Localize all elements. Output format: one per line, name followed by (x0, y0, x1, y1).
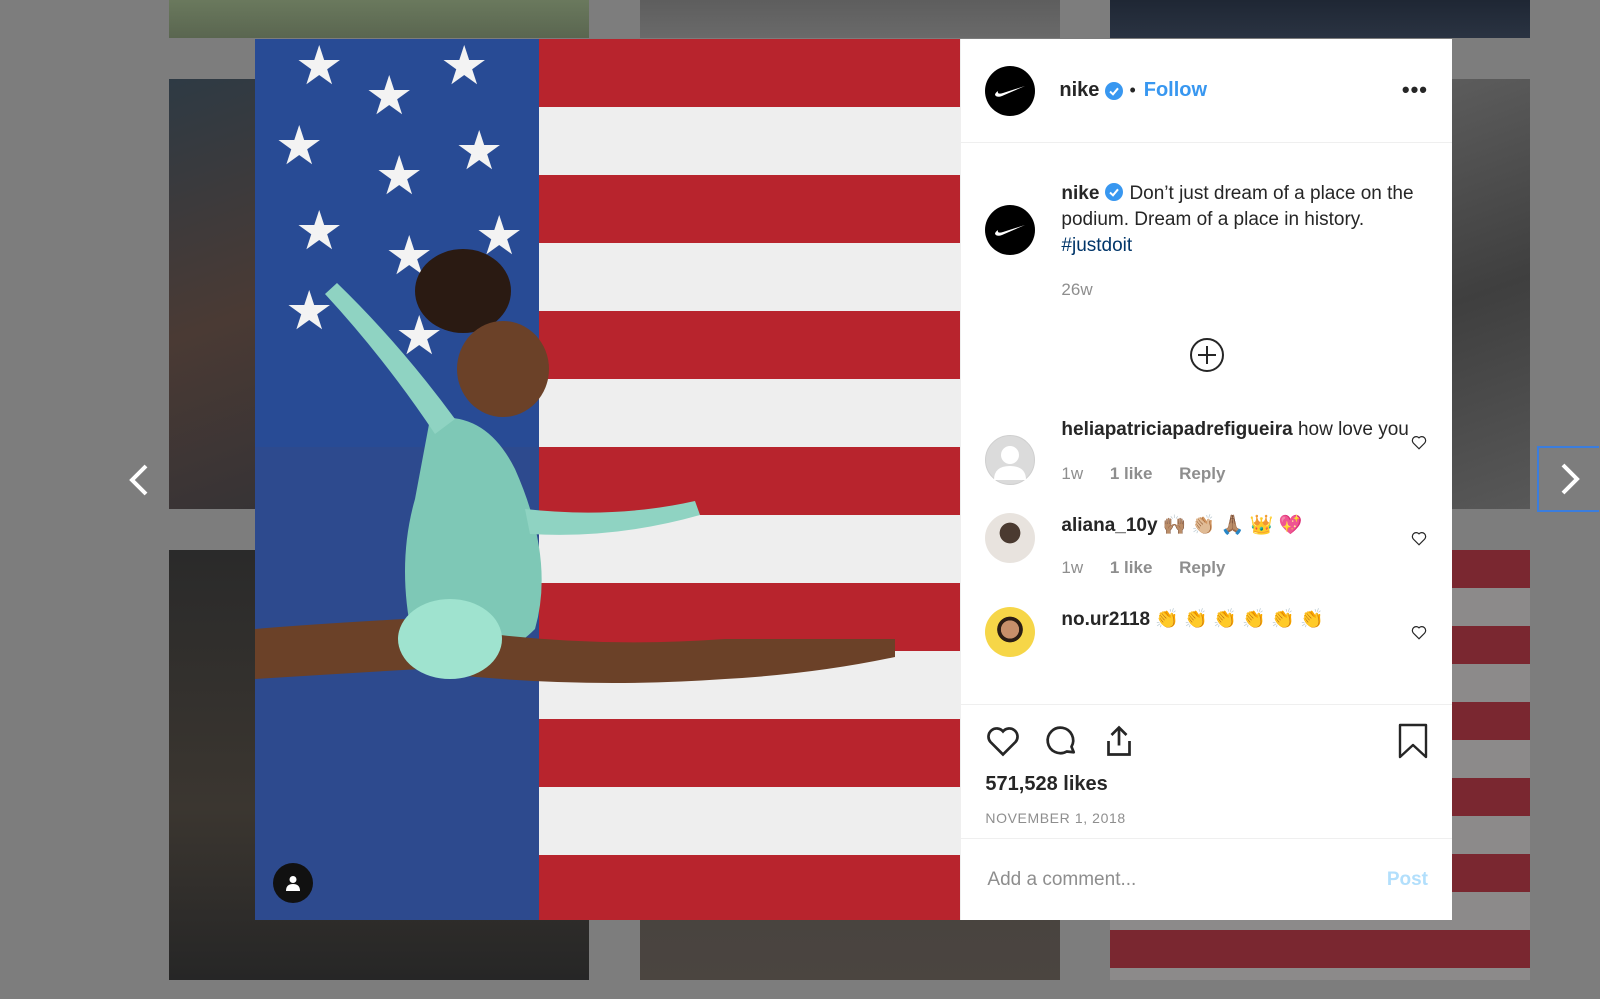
grid-tile[interactable] (640, 0, 1060, 38)
default-avatar-icon (994, 446, 1027, 480)
post-comment-button[interactable]: Post (1387, 869, 1428, 891)
comment-text: 🙌🏽 👏🏼 🙏🏽 👑 💖 (1162, 515, 1303, 536)
follow-button[interactable]: Follow (1144, 79, 1207, 102)
comment-bubble-icon[interactable] (1043, 723, 1079, 759)
avatar[interactable] (985, 607, 1036, 657)
verified-badge-icon (1105, 81, 1124, 100)
post-sidebar: nike • Follow ••• nike Don’t just dream o… (960, 39, 1452, 920)
caption-age: 26w (1061, 280, 1093, 299)
plus-circle-icon (1189, 338, 1224, 372)
post-header: nike • Follow ••• (961, 39, 1452, 143)
chevron-right-icon (1561, 463, 1580, 495)
comments-list[interactable]: nike Don’t just dream of a place on the p… (961, 143, 1452, 704)
comment-text: how love you (1297, 419, 1409, 440)
action-icons (985, 719, 1428, 763)
swoosh-logo-icon (995, 225, 1026, 236)
comment-age: 1w (1061, 464, 1084, 483)
heart-icon[interactable] (1410, 529, 1428, 547)
bookmark-icon[interactable] (1398, 723, 1428, 759)
user-tag-icon (286, 876, 300, 891)
verified-badge-icon (1105, 183, 1124, 201)
avatar[interactable] (985, 65, 1036, 116)
comment-item: heliapatriciapadrefigueira how love you … (985, 417, 1428, 487)
comment-body: heliapatriciapadrefigueira how love you … (1061, 417, 1421, 487)
caption: nike Don’t just dream of a place on the p… (985, 181, 1428, 303)
comment-username[interactable]: heliapatriciapadrefigueira (1061, 419, 1292, 440)
likes-count[interactable]: 571,528 likes (985, 773, 1428, 796)
post-author-username[interactable]: nike (1059, 79, 1099, 102)
comment-age: 1w (1061, 558, 1084, 577)
comment-username[interactable]: aliana_10y (1061, 515, 1157, 536)
post-actions: 571,528 likes NOVEMBER 1, 2018 (961, 704, 1452, 838)
chevron-left-icon (129, 464, 148, 496)
gymnast-figure (255, 249, 895, 683)
avatar[interactable] (985, 513, 1036, 563)
caption-body: nike Don’t just dream of a place on the p… (1061, 181, 1421, 303)
comment-meta: 1w 1 like Reply (1061, 555, 1421, 581)
comment-body: aliana_10y 🙌🏽 👏🏼 🙏🏽 👑 💖 1w 1 like Reply (1061, 513, 1421, 581)
comment-text: 👏 👏 👏 👏 👏 👏 (1155, 609, 1324, 630)
comment-input[interactable] (985, 867, 1387, 892)
tagged-users-button[interactable] (273, 863, 313, 903)
caption-username[interactable]: nike (1061, 183, 1099, 204)
reply-button[interactable]: Reply (1179, 558, 1225, 577)
avatar[interactable] (985, 435, 1036, 485)
comment-meta: 1w 1 like Reply (1061, 461, 1421, 487)
swoosh-logo-icon (995, 85, 1026, 97)
post-photo[interactable]: ★ ★ ★ ★ ★ ★ ★ ★ ★ ★ ★ (255, 39, 961, 920)
heart-icon[interactable] (1410, 623, 1428, 641)
heart-icon[interactable] (985, 723, 1021, 759)
comment-body: no.ur2118 👏 👏 👏 👏 👏 👏 (1061, 607, 1421, 657)
next-post-button[interactable] (1537, 446, 1599, 512)
hashtag-link[interactable]: #justdoit (1061, 235, 1132, 256)
add-comment-form: Post (961, 838, 1452, 920)
share-icon[interactable] (1101, 723, 1137, 759)
post-modal: ★ ★ ★ ★ ★ ★ ★ ★ ★ ★ ★ nike • Follow ••• … (255, 39, 1452, 920)
grid-tile[interactable] (1110, 0, 1530, 38)
comment-likes-count[interactable]: 1 like (1110, 464, 1153, 483)
caption-meta: 26w (1061, 277, 1421, 303)
post-date: NOVEMBER 1, 2018 (985, 810, 1126, 826)
comment-username[interactable]: no.ur2118 (1061, 609, 1150, 630)
comment-item: no.ur2118 👏 👏 👏 👏 👏 👏 (985, 607, 1428, 657)
comment-item: aliana_10y 🙌🏽 👏🏼 🙏🏽 👑 💖 1w 1 like Reply (985, 513, 1428, 581)
more-options-button[interactable]: ••• (1402, 77, 1428, 103)
reply-button[interactable]: Reply (1179, 464, 1225, 483)
grid-tile[interactable] (169, 0, 589, 38)
load-more-comments-button[interactable] (985, 337, 1428, 373)
avatar[interactable] (985, 205, 1036, 255)
separator-dot: • (1129, 80, 1136, 100)
comment-likes-count[interactable]: 1 like (1110, 558, 1153, 577)
previous-post-button[interactable] (118, 458, 162, 502)
heart-icon[interactable] (1410, 433, 1428, 451)
